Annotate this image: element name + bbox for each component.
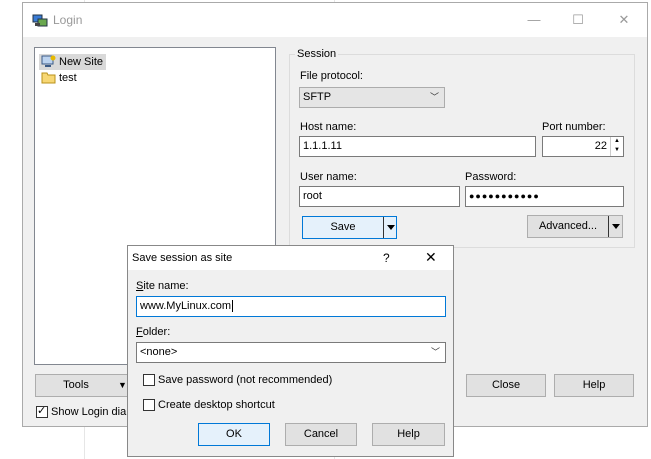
dialog-titlebar[interactable]: Save session as site ? ✕ — [128, 246, 453, 270]
site-name-value: www.MyLinux.com — [140, 300, 232, 312]
user-name-field[interactable]: root — [299, 186, 460, 207]
host-name-field[interactable]: 1.1.1.11 — [299, 136, 536, 157]
host-name-label: Host name: — [300, 121, 357, 133]
port-number-field[interactable]: 22 ▲ ▼ — [542, 136, 624, 157]
advanced-dropdown-arrow-icon[interactable] — [608, 216, 622, 237]
file-protocol-label: File protocol: — [300, 70, 363, 82]
maximize-button[interactable]: ☐ — [555, 3, 601, 37]
computer-icon — [41, 55, 56, 67]
tools-dropdown-arrow-icon: ▼ — [118, 380, 127, 390]
save-dropdown-arrow-icon[interactable] — [383, 217, 397, 238]
close-button[interactable]: Close — [466, 374, 546, 397]
advanced-button[interactable]: Advanced... — [527, 215, 623, 238]
folder-value: <none> — [140, 346, 178, 358]
user-name-label: User name: — [300, 171, 357, 183]
close-icon[interactable]: ✕ — [425, 249, 437, 266]
site-name-label: Site name: — [136, 280, 189, 292]
port-number-label: Port number: — [542, 121, 606, 133]
port-spinner[interactable]: ▲ ▼ — [610, 137, 623, 156]
login-title: Login — [53, 13, 83, 27]
tree-item-label: test — [59, 72, 77, 84]
password-field[interactable]: ●●●●●●●●●●● — [465, 186, 624, 207]
save-password-label: Save password (not recommended) — [158, 374, 333, 386]
dialog-help-button[interactable]: Help — [372, 423, 445, 446]
login-app-icon — [32, 14, 48, 27]
show-login-checkbox[interactable] — [36, 404, 48, 418]
chevron-down-icon: ﹀ — [430, 347, 440, 357]
file-protocol-value: SFTP — [303, 91, 332, 103]
text-cursor — [232, 300, 234, 312]
tools-button-label: Tools — [63, 379, 89, 391]
show-login-label: Show Login dialo — [51, 406, 135, 418]
password-label: Password: — [465, 171, 517, 183]
help-button[interactable]: Help — [554, 374, 634, 397]
tree-item-test[interactable]: test — [39, 70, 77, 86]
login-titlebar[interactable]: Login — ☐ ✕ — [23, 3, 647, 37]
folder-label: Folder: — [136, 326, 171, 338]
create-shortcut-checkbox[interactable] — [143, 399, 155, 411]
dialog-title: Save session as site — [132, 252, 233, 264]
folder-select[interactable]: <none> ﹀ — [136, 342, 446, 363]
save-button-label: Save — [330, 221, 356, 233]
ok-button[interactable]: OK — [198, 423, 270, 446]
help-icon[interactable]: ? — [383, 251, 390, 265]
save-session-dialog: Save session as site ? ✕ Site name: www.… — [127, 245, 454, 457]
port-number-value: 22 — [594, 140, 607, 152]
cancel-button[interactable]: Cancel — [285, 423, 357, 446]
tree-item-label: New Site — [59, 56, 104, 68]
close-window-button[interactable]: ✕ — [601, 3, 647, 37]
tree-item-new-site[interactable]: New Site — [39, 54, 107, 70]
minimize-button[interactable]: — — [511, 3, 557, 37]
chevron-down-icon: ﹀ — [429, 92, 439, 102]
tools-button[interactable]: Tools ▼ — [35, 374, 131, 397]
site-name-input[interactable]: www.MyLinux.com — [136, 296, 446, 317]
create-shortcut-label: Create desktop shortcut — [158, 399, 275, 411]
folder-icon — [41, 72, 56, 84]
save-button[interactable]: Save — [302, 216, 397, 239]
advanced-button-label: Advanced... — [538, 220, 598, 232]
save-password-checkbox[interactable] — [143, 374, 155, 386]
file-protocol-select[interactable]: SFTP ﹀ — [299, 87, 445, 108]
session-group-label: Session — [295, 48, 339, 60]
